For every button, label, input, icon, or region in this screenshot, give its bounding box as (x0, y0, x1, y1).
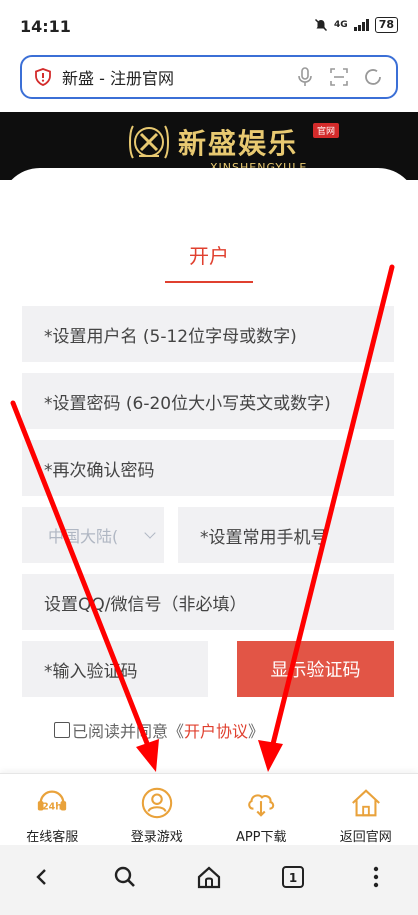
nav-label: APP下载 (235, 830, 287, 845)
agree-close: 》 (248, 722, 265, 741)
phone-field[interactable]: *设置常用手机号 (178, 507, 394, 563)
status-icons: 4G 78 (314, 17, 398, 33)
tabs-button[interactable]: 1 (278, 862, 308, 892)
support-24h-icon: 24h (38, 790, 67, 813)
back-icon (36, 869, 46, 885)
home-button[interactable] (194, 862, 224, 892)
captcha-field[interactable]: *输入验证码 (22, 641, 208, 697)
bottom-nav: 24h 在线客服 登录游戏 APP下载 返回官网 (0, 773, 418, 845)
signal-icon (353, 19, 369, 31)
nav-label: 返回官网 (339, 830, 392, 845)
scan-icon[interactable] (328, 66, 350, 88)
region-select[interactable]: 中国大陆( (22, 507, 164, 563)
search-button[interactable] (110, 862, 140, 892)
confirm-password-field[interactable]: *再次确认密码 (22, 440, 394, 496)
nav-online-support[interactable]: 24h 在线客服 (0, 774, 105, 845)
tab-register[interactable]: 开户 (0, 240, 418, 269)
agree-checkbox[interactable] (54, 722, 70, 738)
nav-back-home[interactable]: 返回官网 (314, 774, 418, 845)
agreement-link[interactable]: 开户协议 (184, 718, 248, 742)
nav-app-download[interactable]: APP下载 (209, 774, 314, 845)
battery-level: 78 (374, 17, 398, 33)
menu-button[interactable] (361, 862, 391, 892)
nav-login-game[interactable]: 登录游戏 (105, 774, 210, 845)
agreement-row: 已阅读并同意《 开户协议》 (54, 718, 264, 742)
tabs-count: 1 (288, 871, 296, 885)
home-outline-icon (197, 866, 221, 889)
show-captcha-button[interactable]: 显示验证码 (237, 641, 394, 697)
url-title[interactable]: 新盛 - 注册官网 (62, 65, 294, 89)
mute-bell-icon (315, 18, 328, 32)
password-field[interactable]: *设置密码 (6-20位大小写英文或数字) (22, 373, 394, 429)
logo-emblem-icon (129, 125, 169, 159)
tabs-icon: 1 (281, 866, 304, 888)
tab-underline (165, 281, 253, 283)
nav-label: 在线客服 (26, 830, 79, 845)
svg-text:24h: 24h (42, 802, 62, 813)
region-value: 中国大陆( (48, 527, 119, 546)
agree-text: 已阅读并同意《 (72, 722, 185, 741)
microphone-icon[interactable] (294, 66, 316, 88)
more-vertical-icon (373, 866, 379, 888)
security-warning-icon[interactable] (34, 68, 52, 86)
reload-icon[interactable] (362, 66, 384, 88)
chevron-down-icon (144, 527, 156, 539)
logo-badge: 官网 (313, 123, 340, 138)
status-time: 14:11 (20, 17, 71, 36)
system-nav-bar: 1 (0, 845, 418, 915)
network-type: 4G (334, 20, 348, 30)
search-icon (115, 866, 136, 887)
address-bar[interactable]: 新盛 - 注册官网 (20, 55, 398, 99)
logo-chinese: 新盛娱乐 (178, 127, 299, 160)
status-bar: 14:11 4G 78 (0, 0, 418, 52)
home-icon (351, 789, 380, 817)
nav-label: 登录游戏 (130, 830, 183, 845)
username-field[interactable]: *设置用户名 (5-12位字母或数字) (22, 306, 394, 362)
back-button[interactable] (27, 862, 57, 892)
qq-wechat-field[interactable]: 设置QQ/微信号（非必填） (22, 574, 394, 630)
cloud-download-icon (248, 794, 275, 817)
user-icon (141, 787, 172, 819)
